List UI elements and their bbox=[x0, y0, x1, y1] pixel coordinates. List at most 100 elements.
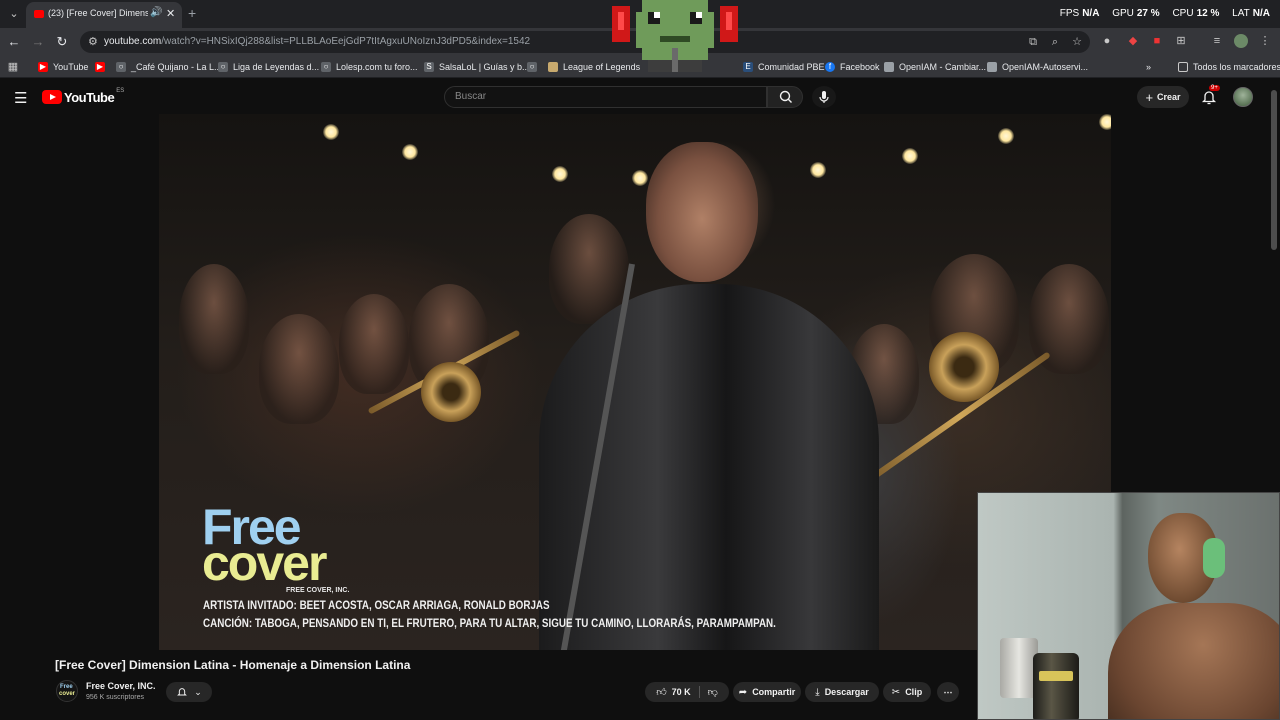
video-player[interactable]: Free cover FREE COVER, INC. ARTISTA INVI… bbox=[159, 114, 1111, 650]
bookmark-salsalol[interactable]: S SalsaLoL | Guías y b... bbox=[424, 60, 530, 74]
like-count[interactable]: 70 K bbox=[672, 687, 691, 697]
stage-light bbox=[552, 166, 568, 182]
download-icon: ⤓ bbox=[815, 686, 820, 698]
openiam-icon bbox=[987, 62, 997, 72]
hamburger-menu-icon[interactable]: ☰ bbox=[14, 89, 27, 107]
media-controls-icon[interactable]: ≡ bbox=[1210, 34, 1224, 48]
fps-label: FPS bbox=[1059, 8, 1080, 19]
install-app-icon[interactable]: ⧉ bbox=[1026, 35, 1040, 49]
address-bar[interactable]: ⚙ youtube.com/watch?v=HNSixIQj288&list=P… bbox=[80, 31, 1090, 53]
bookmark-label: Facebook bbox=[840, 62, 880, 72]
clip-button[interactable]: ✂ Clip bbox=[883, 682, 931, 702]
speaker-icon[interactable]: 🔊 bbox=[150, 7, 162, 18]
download-label: Descargar bbox=[824, 687, 869, 697]
youtube-play-icon bbox=[42, 90, 62, 104]
bookmark-liga-leyendas[interactable]: ○ Liga de Leyendas d... bbox=[218, 60, 319, 74]
cpu-label: CPU bbox=[1172, 8, 1194, 19]
url-path: /watch?v=HNSixIQj288&list=PLLBLAoEejGdP7… bbox=[161, 36, 531, 47]
site-info-icon[interactable]: ⚙ bbox=[88, 35, 98, 48]
facebook-icon: f bbox=[825, 62, 835, 72]
cpu-value: 12 % bbox=[1196, 8, 1220, 19]
pbe-icon: E bbox=[743, 62, 753, 72]
share-button[interactable]: ➦ Compartir bbox=[733, 682, 801, 702]
create-button[interactable]: + Crear bbox=[1137, 86, 1189, 108]
bookmark-youtube[interactable]: ▶ YouTube bbox=[38, 60, 88, 74]
like-separator bbox=[698, 686, 700, 698]
voice-search-button[interactable] bbox=[812, 86, 836, 108]
more-bookmarks-chevron-icon[interactable]: » bbox=[1146, 60, 1151, 74]
forward-icon[interactable]: → bbox=[30, 34, 46, 50]
notifications-button[interactable]: 9+ bbox=[1200, 85, 1220, 106]
reload-icon[interactable]: ↻ bbox=[54, 34, 70, 50]
bookmark-lolesp[interactable]: ○ Lolesp.com tu foro... bbox=[321, 60, 418, 74]
url-text[interactable]: youtube.com/watch?v=HNSixIQj288&list=PLL… bbox=[104, 36, 530, 47]
trombone-bell bbox=[421, 362, 481, 422]
new-tab-icon[interactable]: + bbox=[188, 5, 196, 21]
trombone-bell bbox=[929, 332, 999, 402]
stage-light bbox=[632, 170, 648, 186]
youtube-logo-text: YouTube bbox=[64, 89, 115, 105]
active-tab[interactable]: (23) [Free Cover] Dimension Latina 🔊 ✕ bbox=[26, 2, 182, 28]
stage-light bbox=[323, 124, 339, 140]
bookmark-star-icon[interactable]: ☆ bbox=[1070, 35, 1084, 49]
profile-icon[interactable] bbox=[1234, 34, 1248, 48]
download-button[interactable]: ⤓ Descargar bbox=[805, 682, 879, 702]
thumbs-down-icon[interactable]: 👎︎ bbox=[708, 686, 718, 698]
bookmark-label: OpenIAM - Cambiar... bbox=[899, 62, 987, 72]
page-scrollbar[interactable] bbox=[1271, 90, 1277, 250]
url-host: youtube.com bbox=[104, 36, 162, 47]
bookmark-cafe-quijano-label[interactable]: ○ _Café Quijano - La L... bbox=[116, 60, 222, 74]
search-input[interactable] bbox=[455, 91, 755, 102]
globe-icon: ○ bbox=[527, 62, 537, 72]
bookmark-openiam-cambiar[interactable]: OpenIAM - Cambiar... bbox=[884, 60, 986, 74]
globe-icon: ○ bbox=[218, 62, 228, 72]
more-actions-button[interactable]: ⋯ bbox=[937, 682, 959, 702]
stage-light bbox=[1099, 114, 1111, 130]
thumbs-up-icon[interactable]: 👍︎ bbox=[656, 686, 666, 698]
extension-3-icon[interactable]: ■ bbox=[1150, 34, 1164, 48]
apps-grid-icon[interactable]: ▦ bbox=[6, 60, 20, 74]
streamer-torso bbox=[1108, 603, 1279, 719]
close-tab-icon[interactable]: ✕ bbox=[166, 7, 175, 20]
search-button[interactable] bbox=[767, 86, 803, 108]
chevron-down-icon: ⌄ bbox=[194, 686, 202, 697]
microphone-icon bbox=[819, 91, 829, 103]
notification-badge: 9+ bbox=[1209, 85, 1220, 91]
bookmark-facebook[interactable]: f Facebook bbox=[825, 60, 880, 74]
free-cover-inc-label: FREE COVER, INC. bbox=[286, 587, 350, 594]
channel-subscribers: 956 K suscriptores bbox=[86, 694, 144, 701]
more-horizontal-icon: ⋯ bbox=[943, 686, 953, 697]
extensions-puzzle-icon[interactable]: ⊞ bbox=[1174, 34, 1188, 48]
bookmark-label: _Café Quijano - La L... bbox=[131, 62, 222, 72]
zoom-icon[interactable]: ⌕ bbox=[1048, 35, 1062, 49]
channel-name[interactable]: Free Cover, INC. bbox=[86, 681, 156, 691]
plus-icon: + bbox=[1145, 89, 1154, 105]
subscription-bell-button[interactable]: ⌄ bbox=[166, 682, 212, 702]
tab-search-chevron-icon[interactable]: ⌄ bbox=[4, 4, 24, 24]
youtube-logo[interactable]: YouTube ES bbox=[42, 88, 124, 105]
bookmark-unnamed[interactable]: ○ bbox=[527, 60, 542, 74]
crowd-person bbox=[339, 294, 409, 394]
free-cover-logo-line2: cover bbox=[202, 535, 327, 591]
bookmark-label: SalsaLoL | Guías y b... bbox=[439, 62, 530, 72]
extension-2-icon[interactable]: ◆ bbox=[1126, 34, 1140, 48]
tab-title: (23) [Free Cover] Dimension Latina bbox=[48, 8, 148, 18]
crowd-person bbox=[179, 264, 249, 374]
bookmark-openiam-autoservicio[interactable]: OpenIAM-Autoservi... bbox=[987, 60, 1088, 74]
back-icon[interactable]: ← bbox=[6, 34, 22, 50]
channel-avatar[interactable]: Free cover bbox=[56, 680, 78, 702]
channel-avatar-text-1: Free bbox=[60, 684, 73, 690]
extension-1-icon[interactable]: ● bbox=[1100, 34, 1114, 48]
youtube-icon: ▶ bbox=[95, 62, 105, 72]
bookmark-label: Liga de Leyendas d... bbox=[233, 62, 320, 72]
all-bookmarks-label: Todos los marcadores bbox=[1193, 62, 1280, 72]
menu-kebab-icon[interactable]: ⋮ bbox=[1258, 34, 1272, 48]
bookmark-cafe-quijano[interactable]: ▶ bbox=[95, 60, 110, 74]
green-headset bbox=[1203, 538, 1225, 578]
account-avatar[interactable] bbox=[1233, 87, 1253, 107]
bookmark-comunidad-pbe[interactable]: E Comunidad PBE bbox=[743, 60, 825, 74]
crowd-person bbox=[259, 314, 339, 424]
singer-head bbox=[646, 142, 758, 282]
video-title: [Free Cover] Dimension Latina - Homenaje… bbox=[55, 658, 411, 672]
all-bookmarks-folder[interactable]: Todos los marcadores bbox=[1178, 60, 1280, 74]
